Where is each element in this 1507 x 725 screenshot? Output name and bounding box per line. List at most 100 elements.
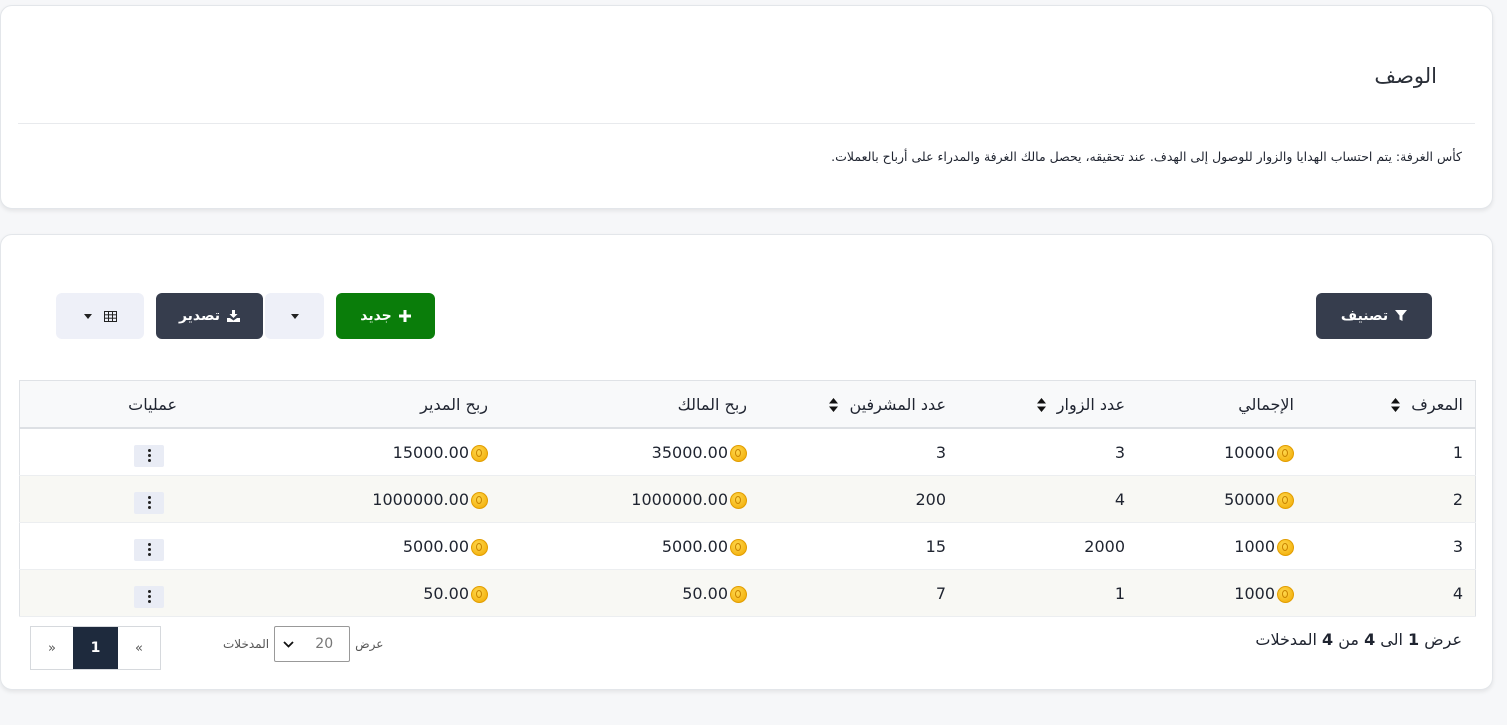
column-header-owner-profit-label: ربح المالك <box>677 394 747 414</box>
filter-button-label: تصنيف <box>1340 308 1389 324</box>
cell-manager-profit: 50.00 <box>241 569 500 617</box>
cell-actions <box>19 569 241 617</box>
cell-actions <box>19 522 241 570</box>
cell-manager-profit: 5000.00 <box>241 522 500 570</box>
column-header-id[interactable]: المعرف <box>1306 380 1476 429</box>
cell-actions <box>19 428 241 476</box>
table-row: 2 50000 4 200 1000000.00 1000000.00 <box>19 475 1476 523</box>
table-icon <box>103 310 117 322</box>
page-length-value: 20 <box>315 636 334 652</box>
column-header-total-label: الإجمالي <box>1238 394 1294 414</box>
pagination-next[interactable]: » <box>31 627 73 669</box>
page-length-control: عرض 20 المدخلات <box>223 626 383 662</box>
description-text: كأس الغرفة: يتم احتساب الهدايا والزوار ل… <box>831 149 1462 164</box>
cell-owner-profit: 1000000.00 <box>500 475 759 523</box>
cell-manager-profit-value: 5000.00 <box>402 536 469 556</box>
cell-supervisors: 200 <box>759 475 958 523</box>
cell-total-value: 50000 <box>1224 489 1275 509</box>
coin-icon <box>471 444 488 462</box>
column-header-actions-label: عمليات <box>128 394 177 414</box>
chevron-down-icon <box>290 313 299 319</box>
table-card: تصنيف جديد تصدير المعرف الإجمالي عدد الز… <box>0 234 1493 690</box>
column-header-supervisors[interactable]: عدد المشرفين <box>759 380 958 429</box>
column-header-supervisors-label: عدد المشرفين <box>849 394 946 414</box>
column-header-visitors-label: عدد الزوار <box>1056 394 1125 414</box>
pagination: » 1 « <box>30 626 161 670</box>
download-icon <box>227 310 241 322</box>
chevron-down-icon <box>283 640 294 648</box>
cell-id: 4 <box>1306 569 1476 617</box>
new-button[interactable]: جديد <box>336 293 435 339</box>
column-header-visitors[interactable]: عدد الزوار <box>958 380 1137 429</box>
cell-supervisors: 7 <box>759 569 958 617</box>
sort-icon <box>829 398 839 412</box>
cell-owner-profit-value: 50.00 <box>682 583 728 603</box>
chevron-down-icon <box>83 313 92 319</box>
new-options-dropdown-button[interactable] <box>265 293 324 339</box>
description-divider <box>18 123 1475 124</box>
page-length-select[interactable]: 20 <box>274 626 351 662</box>
column-header-total[interactable]: الإجمالي <box>1137 380 1306 429</box>
info-to-word: الى <box>1380 630 1403 649</box>
cell-manager-profit-value: 15000.00 <box>392 442 469 462</box>
table-row: 4 1000 1 7 50.00 50.00 <box>19 569 1476 617</box>
coin-icon <box>471 491 488 509</box>
plus-icon <box>398 310 411 322</box>
page-length-label: عرض <box>355 637 384 651</box>
cell-id: 3 <box>1306 522 1476 570</box>
cell-total: 10000 <box>1137 428 1306 476</box>
cell-manager-profit-value: 1000000.00 <box>372 489 469 509</box>
cell-manager-profit: 15000.00 <box>241 428 500 476</box>
coin-icon <box>1277 491 1294 509</box>
info-total: 4 <box>1321 630 1334 649</box>
info-prefix: عرض <box>1424 630 1462 649</box>
coin-icon <box>1277 585 1294 603</box>
cell-id: 2 <box>1306 475 1476 523</box>
cell-id: 1 <box>1306 428 1476 476</box>
sort-icon <box>1036 398 1046 412</box>
more-actions-icon[interactable] <box>134 444 164 467</box>
sort-icon <box>1391 398 1401 412</box>
data-table: المعرف الإجمالي عدد الزوار عدد المشرفين … <box>19 380 1476 617</box>
pagination-page-1[interactable]: 1 <box>73 627 118 669</box>
cell-supervisors: 15 <box>759 522 958 570</box>
coin-icon <box>1277 538 1294 556</box>
cell-manager-profit-value: 50.00 <box>423 583 469 603</box>
export-button[interactable]: تصدير <box>156 293 263 339</box>
column-header-manager-profit-label: ربح المدير <box>420 394 488 414</box>
cell-total-value: 10000 <box>1224 442 1275 462</box>
cell-total-value: 1000 <box>1234 583 1275 603</box>
cell-total: 1000 <box>1137 522 1306 570</box>
table-row: 1 10000 3 3 35000.00 15000.00 <box>19 428 1476 476</box>
filter-button[interactable]: تصنيف <box>1316 293 1432 339</box>
coin-icon <box>730 444 747 462</box>
coin-icon <box>730 491 747 509</box>
coin-icon <box>730 538 747 556</box>
cell-actions <box>19 475 241 523</box>
cell-visitors: 2000 <box>958 522 1137 570</box>
more-actions-icon[interactable] <box>134 538 164 561</box>
coin-icon <box>730 585 747 603</box>
cell-total: 1000 <box>1137 569 1306 617</box>
cell-owner-profit: 50.00 <box>500 569 759 617</box>
cell-total: 50000 <box>1137 475 1306 523</box>
table-header-row: المعرف الإجمالي عدد الزوار عدد المشرفين … <box>19 380 1476 429</box>
filter-icon <box>1395 310 1408 321</box>
column-header-owner-profit[interactable]: ربح المالك <box>500 380 759 429</box>
new-button-label: جديد <box>360 308 392 324</box>
cell-manager-profit: 1000000.00 <box>241 475 500 523</box>
coin-icon <box>471 538 488 556</box>
cell-owner-profit-value: 1000000.00 <box>631 489 728 509</box>
column-header-manager-profit[interactable]: ربح المدير <box>241 380 500 429</box>
cell-owner-profit: 35000.00 <box>500 428 759 476</box>
coin-icon <box>1277 444 1294 462</box>
coin-icon <box>471 585 488 603</box>
pagination-prev[interactable]: « <box>118 627 160 669</box>
cell-total-value: 1000 <box>1234 536 1275 556</box>
cell-owner-profit: 5000.00 <box>500 522 759 570</box>
more-actions-icon[interactable] <box>134 491 164 514</box>
cell-visitors: 4 <box>958 475 1137 523</box>
cell-supervisors: 3 <box>759 428 958 476</box>
more-actions-icon[interactable] <box>134 585 164 608</box>
column-visibility-button[interactable] <box>56 293 144 339</box>
